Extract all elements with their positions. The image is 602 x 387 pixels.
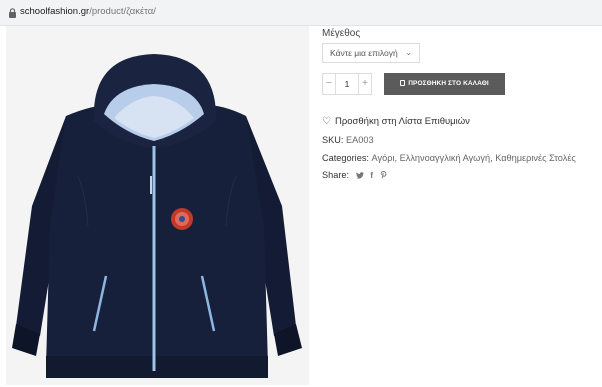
category-link[interactable]: Καθημερινές Στολές [495, 153, 576, 163]
quantity-increase-button[interactable]: + [358, 74, 371, 94]
share-row: Share: f [322, 170, 387, 180]
product-image[interactable] [6, 26, 309, 385]
size-select[interactable]: Κάντε μια επιλογή ⌄ [322, 43, 420, 63]
quantity-input[interactable]: 1 [336, 74, 358, 94]
quantity-decrease-button[interactable]: − [323, 74, 336, 94]
size-select-value: Κάντε μια επιλογή [330, 48, 398, 58]
category-link[interactable]: Ελληνοαγγλική Αγωγή [400, 153, 490, 163]
url-path: /product/ζακέτα/ [89, 6, 156, 17]
sku-value: EA003 [346, 135, 374, 145]
pinterest-icon[interactable] [380, 171, 387, 179]
heart-outline-icon: ♡ [322, 116, 331, 127]
shopping-bag-icon [400, 80, 406, 86]
add-to-cart-label: ΠΡΟΣΘΗΚΗ ΣΤΟ ΚΑΛΑΘΙ [408, 80, 489, 87]
sku-row: SKU: EA003 [322, 135, 374, 145]
url-text[interactable]: schoolfashion.gr/product/ζακέτα/ [20, 6, 156, 17]
categories-row: Categories: Αγόρι, Ελληνοαγγλική Αγωγή, … [322, 153, 576, 163]
address-bar[interactable]: schoolfashion.gr/product/ζακέτα/ [0, 0, 602, 26]
chevron-down-icon: ⌄ [405, 48, 412, 57]
url-domain: schoolfashion.gr [20, 6, 90, 17]
categories-label: Categories: [322, 153, 369, 163]
lock-icon [9, 8, 16, 18]
hoodie-jacket-image [12, 54, 302, 378]
facebook-icon[interactable]: f [370, 170, 373, 180]
sku-label: SKU: [322, 135, 344, 145]
wishlist-label: Προσθήκη στη Λίστα Επιθυμιών [334, 116, 470, 127]
category-link[interactable]: Αγόρι [372, 153, 395, 163]
quantity-stepper[interactable]: − 1 + [322, 73, 372, 95]
add-to-wishlist-link[interactable]: ♡ Προσθήκη στη Λίστα Επιθυμιών [322, 116, 470, 127]
size-label: Μέγεθος [322, 28, 361, 39]
add-to-cart-button[interactable]: ΠΡΟΣΘΗΚΗ ΣΤΟ ΚΑΛΑΘΙ [384, 73, 505, 95]
twitter-icon[interactable] [355, 172, 364, 179]
share-label: Share: [322, 170, 350, 180]
